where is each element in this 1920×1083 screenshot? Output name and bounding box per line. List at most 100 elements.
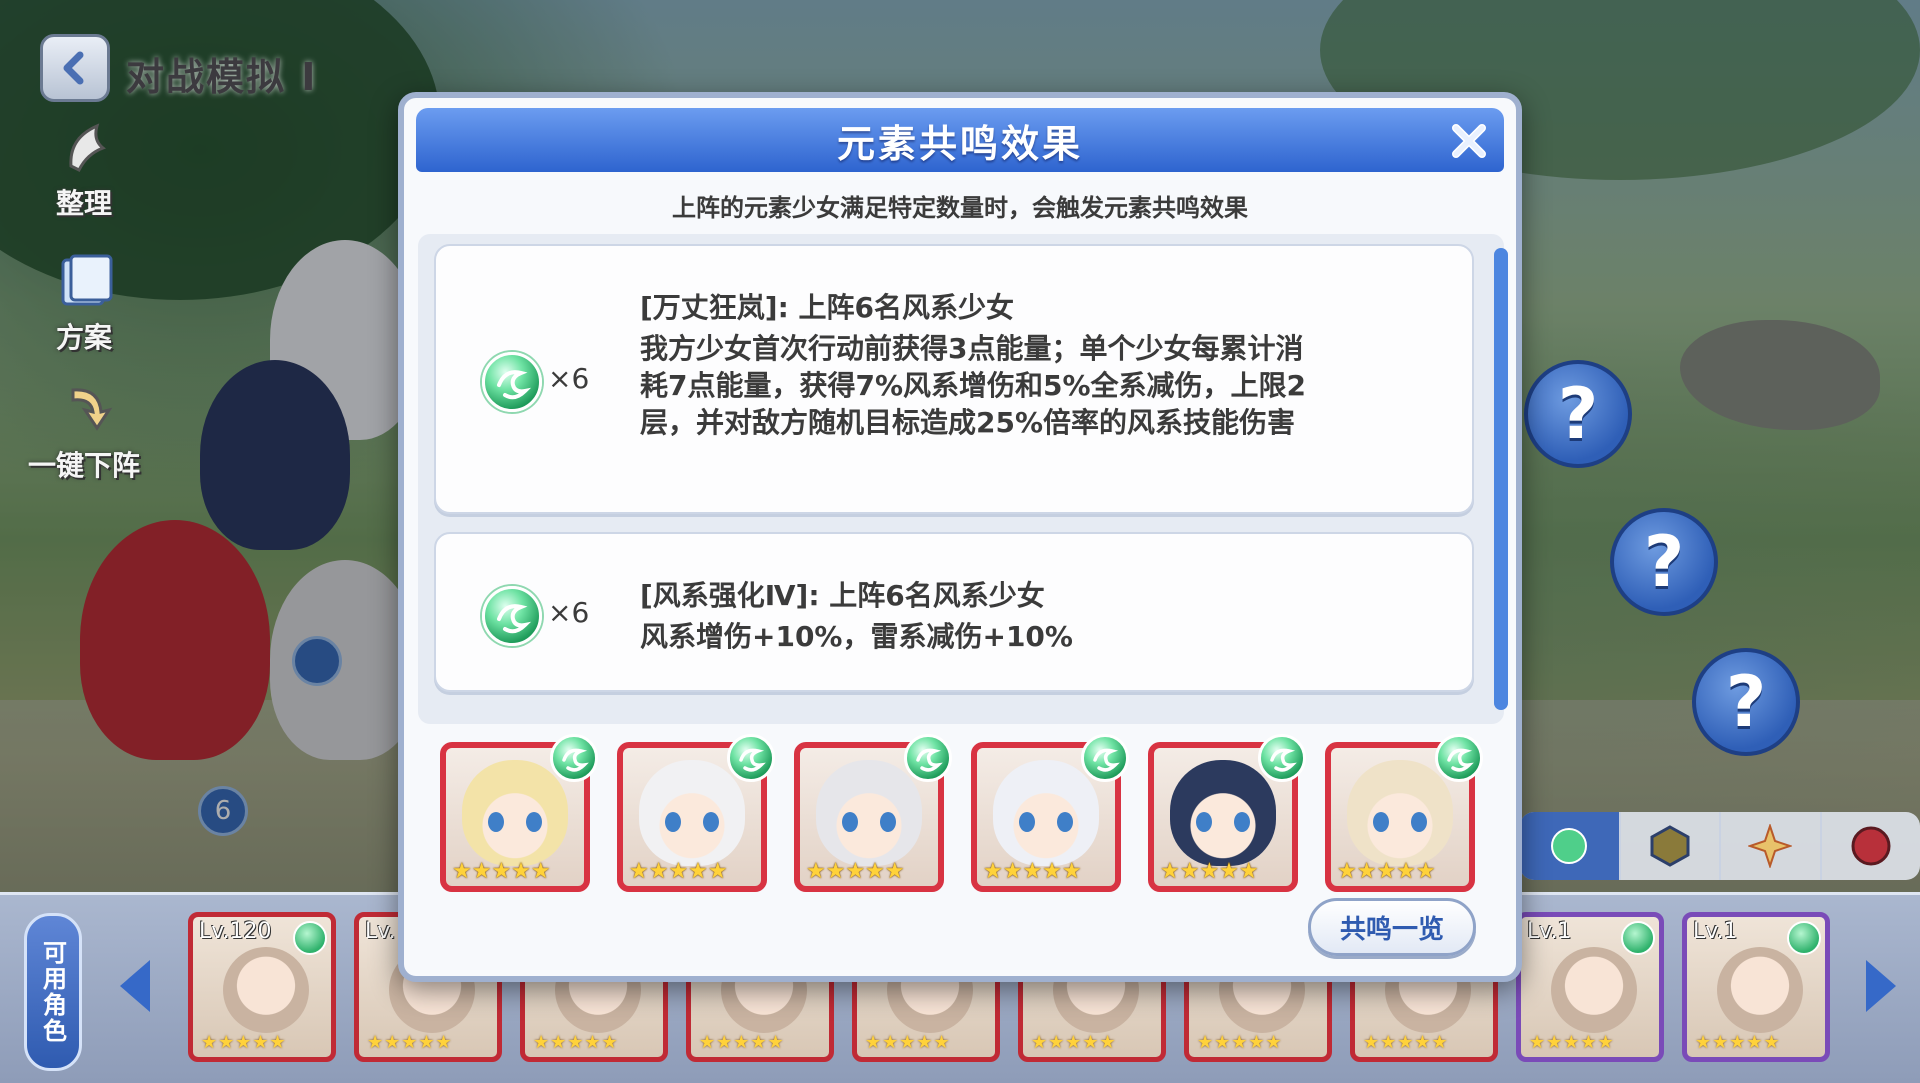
portrait-eye [1411,812,1427,832]
star-rating: ★★★★★ [1695,1032,1781,1053]
wind-element-icon [1081,734,1129,782]
sort-button[interactable]: 整理 [24,118,144,222]
required-count: ×6 [548,596,589,629]
unknown-enemy-slot[interactable]: ? [1610,508,1718,616]
portrait-eye [1373,812,1389,832]
portrait-eye [488,812,504,832]
wind-element-icon [293,921,327,955]
dialog-header: 元素共鸣效果 [416,108,1504,172]
required-count: ×6 [548,362,589,395]
portrait-eye [1196,812,1212,832]
star-rating: ★★★★★ [1363,1032,1449,1053]
team-member-card[interactable]: ★★★★★ [971,742,1121,892]
resonance-effect-list[interactable]: ×6 [万丈狂岚]: 上阵6名风系少女 我方少女首次行动前获得3点能量；单个少女… [418,234,1504,724]
team-member-card[interactable]: ★★★★★ [1148,742,1298,892]
scrollbar-thumb[interactable] [1494,248,1508,710]
roster-character-card[interactable]: Lv.1 ★★★★★ [1682,912,1830,1062]
plan-button[interactable]: 方案 [24,252,144,356]
level-label: Lv.1 [1527,919,1572,944]
character-portrait [1551,947,1637,1033]
close-button[interactable] [1446,118,1492,164]
list-scrollbar[interactable] [1494,248,1508,710]
team-member-card[interactable]: ★★★★★ [440,742,590,892]
wind-element-icon [727,734,775,782]
portrait-eye [1019,812,1035,832]
star-burst-icon [1748,824,1792,868]
team-member-card[interactable]: ★★★★★ [1325,742,1475,892]
dragon-icon [1849,824,1893,868]
wind-element-icon [1787,921,1821,955]
portrait-eye [880,812,896,832]
available-characters-tab[interactable]: 可用角色 [24,913,82,1071]
level-label: Lv.1 [1693,919,1738,944]
roster-prev-arrow[interactable] [120,960,150,1012]
resonance-description: 我方少女首次行动前获得3点能量；单个少女每累计消耗7点能量，获得7%风系增伤和5… [640,330,1320,441]
wind-element-icon [904,734,952,782]
team-member-card[interactable]: ★★★★★ [617,742,767,892]
portrait-eye [526,812,542,832]
star-rating: ★★★★★ [699,1032,785,1053]
star-rating: ★★★★★ [201,1032,287,1053]
tab-dark[interactable] [1820,812,1920,880]
element-resonance-dialog: 元素共鸣效果 上阵的元素少女满足特定数量时，会触发元素共鸣效果 ×6 [万丈狂岚… [398,92,1522,982]
character-portrait [1717,947,1803,1033]
back-button[interactable] [40,34,110,102]
page-title: 对战模拟 I [126,46,317,101]
resonance-entry: ×6 [万丈狂岚]: 上阵6名风系少女 我方少女首次行动前获得3点能量；单个少女… [434,244,1474,514]
wind-element-icon [1258,734,1306,782]
tab-wind[interactable] [1520,812,1619,880]
star-rating: ★★★★★ [865,1032,951,1053]
star-rating: ★★★★★ [983,859,1082,884]
wind-element-icon [482,586,542,646]
unknown-enemy-slot[interactable]: ? [1524,360,1632,468]
wind-element-icon [1435,734,1483,782]
wind-icon [1549,826,1589,866]
dialog-subtitle: 上阵的元素少女满足特定数量时，会触发元素共鸣效果 [404,188,1516,223]
star-rating: ★★★★★ [806,859,905,884]
dialog-title: 元素共鸣效果 [837,113,1083,168]
star-rating: ★★★★★ [533,1032,619,1053]
star-rating: ★★★★★ [1031,1032,1117,1053]
broom-icon [49,118,119,178]
unequip-all-label: 一键下阵 [24,444,144,484]
tab-light[interactable] [1719,812,1820,880]
roster-character-card[interactable]: Lv.1 ★★★★★ [1516,912,1664,1062]
portrait-eye [665,812,681,832]
level-label: Lv.120 [199,919,272,944]
level-label: Lv. [365,919,396,944]
resonance-entry: ×6 [风系强化Ⅳ]: 上阵6名风系少女 风系增伤+10%，雷系减伤+10% [434,532,1474,692]
resonance-description: 风系增伤+10%，雷系减伤+10% [640,618,1320,655]
plan-label: 方案 [24,316,144,356]
shield-hex-icon [1648,824,1692,868]
star-rating: ★★★★★ [1160,859,1259,884]
resonance-overview-button[interactable]: 共鸣一览 [1308,898,1476,956]
sort-label: 整理 [24,182,144,222]
unequip-all-button[interactable]: 一键下阵 [24,380,144,484]
star-rating: ★★★★★ [1529,1032,1615,1053]
cards-icon [49,252,119,312]
roster-character-card[interactable]: Lv.120 ★★★★★ [188,912,336,1062]
portrait-eye [703,812,719,832]
character-portrait [223,947,309,1033]
star-rating: ★★★★★ [629,859,728,884]
down-arrow-icon [49,380,119,440]
star-rating: ★★★★★ [1197,1032,1283,1053]
wind-element-icon [1621,921,1655,955]
portrait-eye [1057,812,1073,832]
team-member-card[interactable]: ★★★★★ [794,742,944,892]
wind-element-icon [550,734,598,782]
element-filter-tabs [1520,812,1920,880]
portrait-eye [842,812,858,832]
star-rating: ★★★★★ [1337,859,1436,884]
resonance-title: [万丈狂岚]: 上阵6名风系少女 [640,286,1014,326]
chevron-left-icon [58,51,92,85]
star-rating: ★★★★★ [367,1032,453,1053]
star-rating: ★★★★★ [452,859,551,884]
unknown-enemy-slot[interactable]: ? [1692,648,1800,756]
wind-element-icon [482,352,542,412]
portrait-eye [1234,812,1250,832]
roster-next-arrow[interactable] [1866,960,1896,1012]
close-icon [1449,121,1489,161]
resonance-title: [风系强化Ⅳ]: 上阵6名风系少女 [640,574,1045,614]
tab-earth[interactable] [1619,812,1720,880]
